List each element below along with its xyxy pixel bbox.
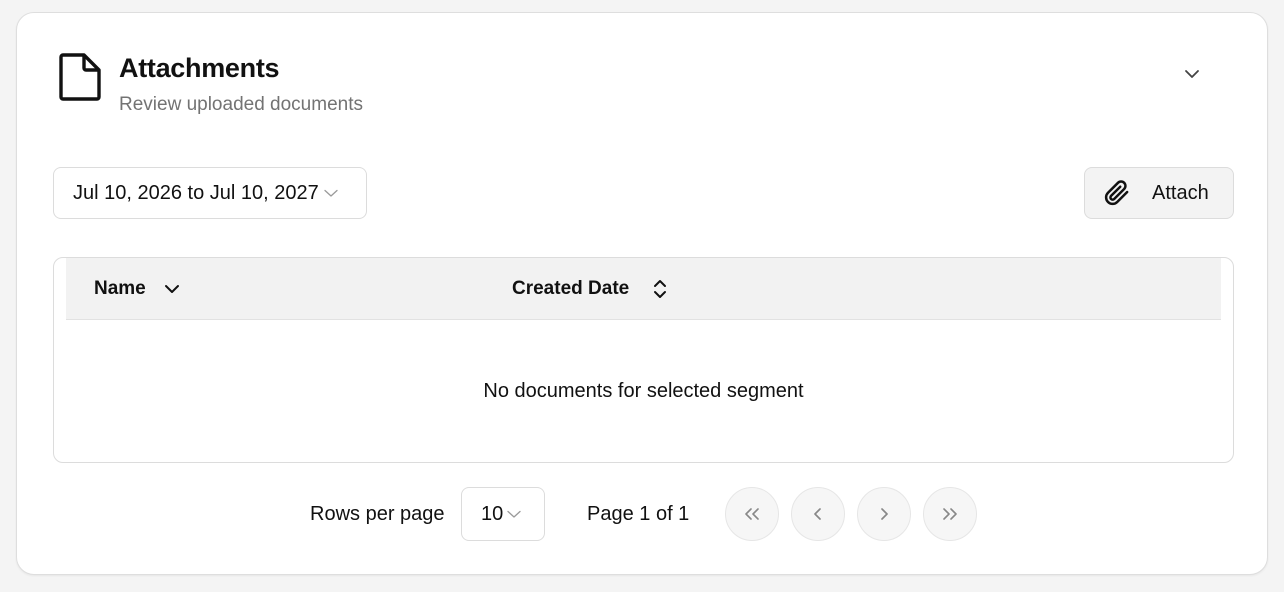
card-subtitle: Review uploaded documents: [119, 94, 363, 115]
document-icon: [57, 51, 103, 103]
column-header-name[interactable]: Name: [94, 258, 180, 319]
page-indicator: Page 1 of 1: [587, 502, 690, 525]
attach-button[interactable]: Attach: [1084, 167, 1234, 219]
chevron-left-icon: [812, 506, 824, 522]
chevron-down-icon: [324, 189, 338, 198]
date-range-value: Jul 10, 2026 to Jul 10, 2027: [73, 181, 319, 204]
first-page-button[interactable]: [725, 487, 779, 541]
sort-updown-icon: [653, 278, 667, 300]
documents-table: Name Created Date No documents for selec…: [53, 257, 1234, 463]
paperclip-icon: [1104, 180, 1130, 206]
chevron-down-icon: [1184, 69, 1200, 79]
last-page-button[interactable]: [923, 487, 977, 541]
double-chevron-left-icon: [743, 507, 761, 521]
column-header-label: Created Date: [512, 277, 630, 299]
rows-per-page-select[interactable]: 10: [461, 487, 545, 541]
next-page-button[interactable]: [857, 487, 911, 541]
previous-page-button[interactable]: [791, 487, 845, 541]
chevron-right-icon: [878, 506, 890, 522]
column-header-created-date[interactable]: Created Date: [512, 258, 667, 319]
double-chevron-right-icon: [941, 507, 959, 521]
card-title: Attachments: [119, 53, 280, 83]
table-header: Name Created Date: [66, 258, 1221, 320]
empty-state-message: No documents for selected segment: [483, 379, 804, 402]
chevron-down-icon: [164, 284, 180, 294]
pagination: Rows per page 10 Page 1 of 1: [17, 487, 1269, 543]
rows-per-page-label: Rows per page: [310, 502, 445, 525]
rows-per-page-value: 10: [481, 502, 504, 525]
date-range-picker[interactable]: Jul 10, 2026 to Jul 10, 2027: [53, 167, 367, 219]
attachments-card: Attachments Review uploaded documents Ju…: [16, 12, 1268, 575]
attach-button-label: Attach: [1152, 181, 1209, 204]
collapse-button[interactable]: [1177, 59, 1207, 89]
column-header-label: Name: [94, 277, 146, 299]
chevron-down-icon: [507, 510, 521, 519]
